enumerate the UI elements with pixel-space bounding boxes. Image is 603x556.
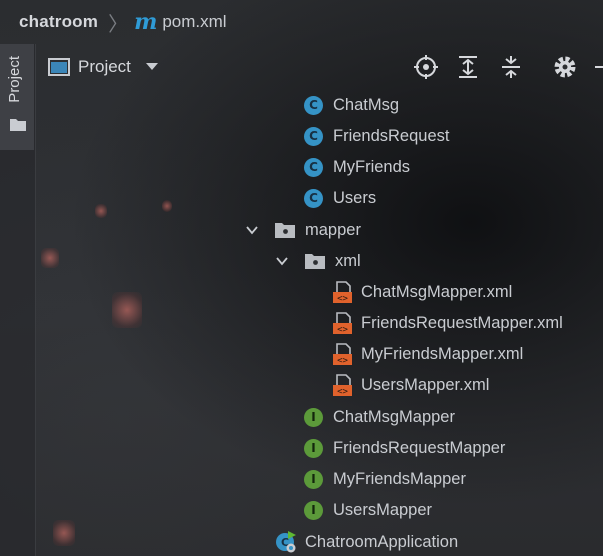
svg-text:<>: <> xyxy=(337,294,348,303)
class-icon: C xyxy=(304,157,323,177)
tree-item-label: UsersMapper xyxy=(333,500,433,519)
tree-item-label: FriendsRequestMapper xyxy=(333,438,506,457)
tree-item-interface[interactable]: I FriendsRequestMapper xyxy=(304,434,505,462)
wallpaper-lantern xyxy=(112,292,142,328)
xml-file-icon: <> xyxy=(333,343,352,365)
tree-item-xml-file[interactable]: <> ChatMsgMapper.xml xyxy=(333,278,512,306)
xml-file-icon: <> xyxy=(333,312,352,334)
interface-icon: I xyxy=(304,500,323,520)
gear-icon[interactable] xyxy=(552,54,578,80)
tree-item-label: UsersMapper.xml xyxy=(361,375,490,394)
locate-icon[interactable] xyxy=(413,54,439,80)
project-toolwindow-header: Project xyxy=(36,44,603,90)
tree-item-label: Users xyxy=(333,188,377,207)
tree-item-xml-file[interactable]: <> MyFriendsMapper.xml xyxy=(333,340,523,368)
interface-icon: I xyxy=(304,438,323,458)
tree-item-interface[interactable]: I UsersMapper xyxy=(304,496,432,524)
svg-text:<>: <> xyxy=(337,325,348,334)
breadcrumb-separator-icon: 〉 xyxy=(108,13,129,36)
chevron-down-icon[interactable] xyxy=(245,223,259,237)
navigation-bar: chatroom 〉 m pom.xml xyxy=(0,0,603,44)
tree-item-class[interactable]: C ChatMsg xyxy=(304,91,399,119)
chevron-down-icon[interactable] xyxy=(146,63,158,70)
tree-item-label: MyFriends xyxy=(333,157,411,176)
tree-item-label: MyFriendsMapper xyxy=(333,469,466,488)
tree-item-interface[interactable]: I ChatMsgMapper xyxy=(304,403,455,431)
tree-item-label: ChatMsg xyxy=(333,95,400,114)
interface-icon: I xyxy=(304,469,323,489)
tree-item-label: FriendsRequestMapper.xml xyxy=(361,313,563,332)
project-tab-label: Project xyxy=(6,56,23,103)
wallpaper-lantern xyxy=(53,520,75,546)
tree-item-class[interactable]: C Users xyxy=(304,184,376,212)
breadcrumb-file[interactable]: pom.xml xyxy=(162,12,226,32)
project-view-icon xyxy=(48,58,70,76)
wallpaper-lantern xyxy=(162,200,172,212)
svg-text:<>: <> xyxy=(337,387,348,396)
breadcrumb-project[interactable]: chatroom xyxy=(19,12,98,32)
tree-item-xml-file[interactable]: <> FriendsRequestMapper.xml xyxy=(333,309,563,337)
spring-app-icon: C xyxy=(276,531,296,553)
tree-item-label: FriendsRequest xyxy=(333,126,450,145)
left-tool-strip: Project xyxy=(0,44,36,556)
tree-item-xml-file[interactable]: <> UsersMapper.xml xyxy=(333,371,489,399)
tree-item-class[interactable]: C MyFriends xyxy=(304,153,410,181)
folder-icon xyxy=(275,223,295,238)
tree-item-label: xml xyxy=(335,251,361,270)
maven-icon: m xyxy=(134,9,158,35)
minimize-icon[interactable] xyxy=(592,54,603,80)
class-icon: C xyxy=(304,95,323,115)
tree-item-label: ChatroomApplication xyxy=(305,532,459,551)
class-icon: C xyxy=(304,126,323,146)
folder-icon xyxy=(305,254,325,269)
project-tool-tab[interactable]: Project xyxy=(0,44,34,150)
interface-icon: I xyxy=(304,407,323,427)
folder-icon xyxy=(10,119,26,131)
xml-file-icon: <> xyxy=(333,281,352,303)
tree-item-class[interactable]: C FriendsRequest xyxy=(304,122,449,150)
tree-item-interface[interactable]: I MyFriendsMapper xyxy=(304,465,466,493)
chevron-down-icon[interactable] xyxy=(275,254,289,268)
wallpaper-lantern xyxy=(95,204,107,218)
svg-text:<>: <> xyxy=(337,356,348,365)
tree-item-label: ChatMsgMapper.xml xyxy=(361,282,513,301)
project-view-selector[interactable]: Project xyxy=(78,57,131,77)
collapse-all-icon[interactable] xyxy=(498,54,524,80)
tree-item-folder-xml[interactable]: xml xyxy=(275,247,361,275)
xml-file-icon: <> xyxy=(333,374,352,396)
tree-item-label: MyFriendsMapper.xml xyxy=(361,344,524,363)
wallpaper-lantern xyxy=(41,248,59,268)
tree-item-application-class[interactable]: C ChatroomApplication xyxy=(275,528,458,556)
expand-all-icon[interactable] xyxy=(455,54,481,80)
tree-item-label: mapper xyxy=(305,220,361,239)
tree-item-label: ChatMsgMapper xyxy=(333,407,455,426)
class-icon: C xyxy=(304,188,323,208)
tree-item-folder-mapper[interactable]: mapper xyxy=(245,216,361,244)
